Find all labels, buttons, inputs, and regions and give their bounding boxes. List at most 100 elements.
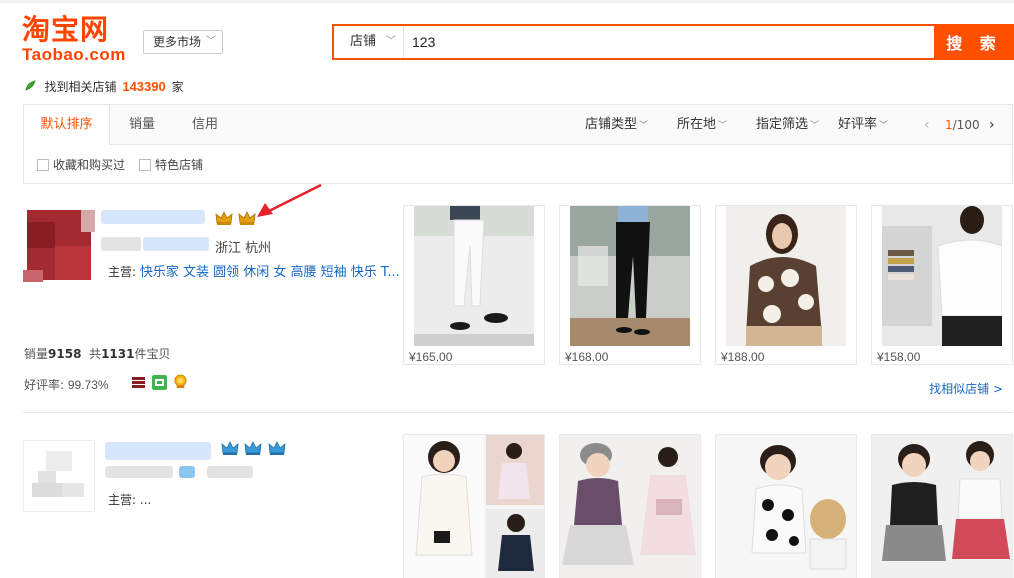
logo-english: Taobao.com xyxy=(22,45,126,64)
product-card[interactable]: ¥165.00 xyxy=(403,205,545,365)
shop-card: 主营: ... xyxy=(23,430,1013,578)
shop-name-blurred[interactable] xyxy=(101,210,205,224)
more-markets-button[interactable]: 更多市场 ﹀ xyxy=(143,30,223,54)
more-markets-label: 更多市场 xyxy=(153,35,202,49)
shop-logo[interactable] xyxy=(23,210,95,282)
product-image xyxy=(726,206,846,346)
checkbox-featured-label: 特色店铺 xyxy=(155,158,204,172)
crown-rating xyxy=(215,210,257,230)
checkbox-featured[interactable]: 特色店铺 xyxy=(139,158,203,172)
page-current: 1 xyxy=(945,118,953,132)
search-button[interactable]: 搜 索 xyxy=(934,24,1014,60)
filter-specified-label: 指定筛选 xyxy=(756,117,809,132)
result-suffix: 家 xyxy=(171,80,184,94)
sort-row: 默认排序 销量 信用 店铺类型 ﹀ 所在地 ﹀ 指定筛选 ﹀ 好评率 ﹀ ‹ 1/100… xyxy=(24,105,1012,145)
product-image xyxy=(414,206,534,346)
location-blurred xyxy=(207,466,253,478)
crown-rating xyxy=(221,440,287,460)
search-bar: 店铺 ﹀ 搜 索 xyxy=(332,24,1014,60)
shop-card: 浙江 杭州 主营: 快乐家 文装 圆领 休闲 女 高腰 短袖 快乐 T... 销… xyxy=(23,200,1013,413)
page-indicator: 1/100 xyxy=(945,105,980,145)
shopkeeper-blurred xyxy=(143,237,209,251)
shopkeeper-blurred xyxy=(101,237,141,251)
prev-page-icon[interactable]: ‹ xyxy=(924,105,930,145)
product-image xyxy=(716,435,856,578)
product-card[interactable]: ¥168.00 xyxy=(559,205,701,365)
product-card[interactable]: ¥188.00 xyxy=(715,205,857,365)
gold-crown-icon xyxy=(215,211,233,225)
rating-label: 好评率: xyxy=(24,378,65,392)
filter-location-label: 所在地 xyxy=(677,117,717,132)
main-business-label: 主营: xyxy=(108,493,137,507)
items-value: 1131 xyxy=(101,347,135,361)
pager: ‹ 1/100 › xyxy=(924,105,1004,145)
chevron-down-icon: ﹀ xyxy=(386,36,396,47)
product-image xyxy=(560,435,700,578)
shopkeeper-blurred xyxy=(105,466,173,478)
product-image xyxy=(404,435,544,578)
product-image xyxy=(570,206,690,346)
gold-medal-icon[interactable] xyxy=(173,374,188,389)
product-card[interactable]: ¥158.00 xyxy=(871,205,1013,365)
blue-crown-icon xyxy=(244,441,262,455)
product-price: ¥168.00 xyxy=(565,350,609,364)
product-image xyxy=(882,206,1002,346)
search-type-select[interactable]: 店铺 ﹀ xyxy=(334,26,404,58)
shop-location: 浙江 杭州 xyxy=(215,241,272,256)
checkbox-purchased[interactable]: 收藏和购买过 xyxy=(37,158,125,172)
leaf-icon xyxy=(25,80,40,94)
filter-panel: 默认排序 销量 信用 店铺类型 ﹀ 所在地 ﹀ 指定筛选 ﹀ 好评率 ﹀ ‹ 1/100… xyxy=(23,104,1013,184)
result-count: 找到相关店铺 143390 家 xyxy=(25,78,184,97)
checkbox-box[interactable] xyxy=(139,159,151,171)
product-image xyxy=(872,435,1012,578)
sales-value: 9158 xyxy=(48,347,82,361)
product-card[interactable] xyxy=(559,434,701,578)
checkbox-row: 收藏和购买过 特色店铺 xyxy=(24,146,1012,184)
gold-crown-icon xyxy=(238,211,256,225)
filter-shop-type[interactable]: 店铺类型 ﹀ xyxy=(585,105,648,145)
filter-shop-type-label: 店铺类型 xyxy=(585,117,638,132)
shop-logo[interactable] xyxy=(23,440,95,512)
top-border xyxy=(0,0,1014,3)
shopkeeper-blurred xyxy=(179,466,195,478)
shop-sales: 销量9158 共1131件宝贝 xyxy=(24,345,171,362)
shop-name-blurred[interactable] xyxy=(105,442,211,460)
chevron-down-icon: ﹀ xyxy=(639,121,649,131)
product-card[interactable] xyxy=(871,434,1013,578)
filter-good-rate[interactable]: 好评率 ﹀ xyxy=(838,105,888,145)
items-suffix: 件宝贝 xyxy=(134,347,171,361)
rating-value: 99.73% xyxy=(67,378,109,392)
sort-tab-credit[interactable]: 信用 xyxy=(174,105,236,145)
sales-label: 销量 xyxy=(24,347,49,361)
sort-tab-sales[interactable]: 销量 xyxy=(110,105,174,145)
filter-specified[interactable]: 指定筛选 ﹀ xyxy=(756,105,819,145)
checkbox-box[interactable] xyxy=(37,159,49,171)
product-card[interactable] xyxy=(715,434,857,578)
main-business-categories[interactable]: ... xyxy=(140,493,151,507)
taobao-logo[interactable]: 淘宝网 Taobao.com xyxy=(22,14,132,66)
chevron-down-icon: ﹀ xyxy=(810,121,820,131)
main-business-categories[interactable]: 快乐家 文装 圆领 休闲 女 高腰 短袖 快乐 T... xyxy=(140,265,400,280)
blue-crown-icon xyxy=(221,441,239,455)
search-type-label: 店铺 xyxy=(350,34,377,49)
result-number: 143390 xyxy=(122,79,166,94)
guarantee-badge-icon[interactable] xyxy=(152,375,167,390)
page-total: /100 xyxy=(952,118,980,132)
checkbox-purchased-label: 收藏和购买过 xyxy=(53,158,126,172)
find-similar-link[interactable]: 找相似店铺 > xyxy=(929,380,1003,397)
product-price: ¥158.00 xyxy=(877,350,921,364)
shop-rating: 好评率: 99.73% xyxy=(24,376,109,393)
product-price: ¥188.00 xyxy=(721,350,765,364)
product-card[interactable] xyxy=(403,434,545,578)
filter-location[interactable]: 所在地 ﹀ xyxy=(677,105,727,145)
chevron-down-icon: ﹀ xyxy=(879,121,889,131)
main-business-label: 主营: xyxy=(108,265,137,279)
next-page-icon[interactable]: › xyxy=(989,105,995,145)
shop-logo-image xyxy=(24,441,94,511)
search-input[interactable] xyxy=(404,26,934,58)
logo-chinese: 淘宝网 xyxy=(22,13,110,46)
brand-badge-icon[interactable] xyxy=(131,375,146,390)
result-prefix: 找到相关店铺 xyxy=(44,80,117,94)
shop-main-business: 主营: 快乐家 文装 圆领 休闲 女 高腰 短袖 快乐 T... xyxy=(108,261,400,280)
sort-tab-default[interactable]: 默认排序 xyxy=(24,105,110,145)
